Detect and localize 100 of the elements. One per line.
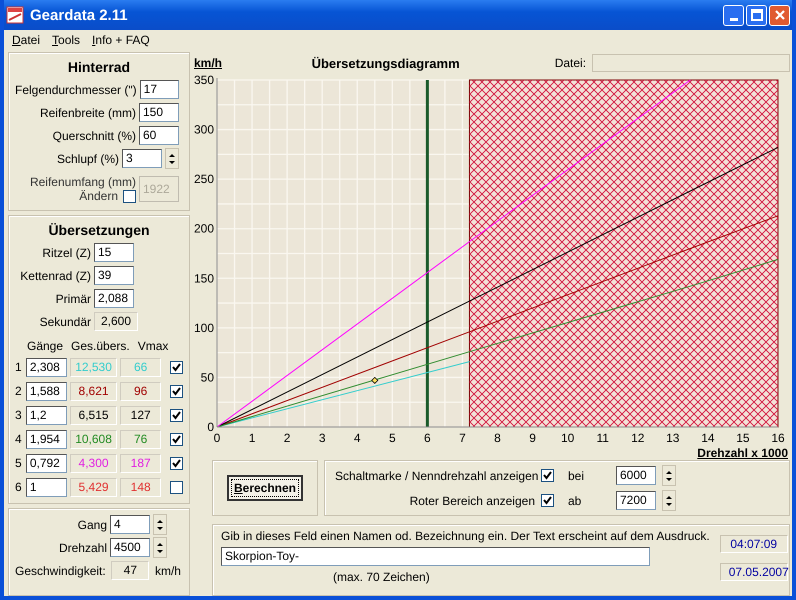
- input-field[interactable]: 2,308: [26, 358, 68, 376]
- input-field[interactable]: 1,588: [26, 382, 68, 400]
- checkbox[interactable]: [541, 469, 554, 482]
- input-field[interactable]: 2,088: [94, 289, 134, 308]
- value-display: 47: [111, 561, 150, 580]
- checkbox[interactable]: [123, 190, 136, 202]
- field-label: Reifenbreite (mm): [40, 106, 136, 120]
- row-number: 6: [15, 480, 23, 494]
- value-display: 4,300: [70, 454, 118, 472]
- checkbox[interactable]: [170, 456, 184, 470]
- minimize-button[interactable]: [723, 4, 744, 26]
- option-label: Roter Bereich anzeigen: [408, 494, 535, 508]
- field-label: Geschwindigkeit:: [15, 564, 106, 578]
- tick-label: 5: [388, 431, 396, 445]
- maximize-button[interactable]: [746, 4, 767, 26]
- value-display: 2,600: [94, 312, 138, 331]
- tick-label: 200: [194, 222, 214, 236]
- tick-label: 100: [194, 320, 214, 335]
- checkbox[interactable]: [170, 360, 184, 374]
- tick-label: 16: [771, 431, 785, 445]
- tick-label: 14: [701, 431, 715, 445]
- tick-label: 13: [666, 431, 680, 445]
- input-field[interactable]: 1,2: [26, 406, 68, 424]
- input-field[interactable]: 4: [110, 515, 150, 534]
- tick-label: 12: [631, 431, 644, 445]
- checkbox[interactable]: [170, 408, 184, 422]
- time-display: 04:07:09: [720, 535, 788, 553]
- section-title: Übersetzungen: [47, 222, 151, 238]
- row-number: 1: [15, 360, 23, 374]
- close-icon: [774, 9, 786, 21]
- column-header: Gänge: [27, 339, 64, 355]
- value-display: 76: [120, 430, 162, 448]
- axis-label: Drehzahl x 1000: [697, 446, 788, 460]
- field-label: Datei:: [554, 56, 586, 70]
- row-number: 3: [15, 408, 23, 422]
- spin-buttons[interactable]: [153, 537, 167, 558]
- checkbox[interactable]: [170, 432, 184, 446]
- input-field[interactable]: 39: [94, 266, 134, 285]
- field-label: Reifenumfang (mm): [30, 175, 136, 189]
- maximize-icon: [750, 9, 762, 21]
- point-marker: [371, 376, 378, 384]
- section-title: Hinterrad: [66, 59, 132, 75]
- tick-label: 15: [736, 431, 750, 445]
- axis-label: km/h: [194, 56, 224, 70]
- checkbox[interactable]: [170, 384, 184, 398]
- input-field[interactable]: 0,792: [26, 454, 68, 472]
- field-label: Kettenrad (Z): [19, 268, 91, 282]
- field-label: Ritzel (Z): [41, 246, 91, 260]
- input-field[interactable]: 1,954: [26, 430, 68, 448]
- input-field[interactable]: 17: [140, 80, 179, 99]
- value-display: 127: [120, 406, 162, 424]
- value-display: 187: [120, 454, 162, 472]
- value-display: 6,515: [70, 406, 118, 424]
- tick-label: 50: [200, 370, 214, 384]
- value-display: 66: [120, 358, 162, 376]
- input-field[interactable]: 7200: [616, 491, 656, 510]
- date-display: 07.05.2007: [720, 563, 788, 581]
- window-title: Geardata 2.11: [30, 6, 129, 24]
- value-display: 148: [120, 478, 162, 496]
- checkbox[interactable]: [170, 480, 184, 494]
- minimize-icon: [730, 18, 738, 21]
- tick-label: 6: [424, 431, 431, 445]
- tick-label: 350: [194, 74, 214, 87]
- input-field[interactable]: 4500: [110, 538, 150, 557]
- input-field[interactable]: 3: [122, 149, 162, 168]
- value-display: 12,530: [70, 358, 118, 376]
- tick-label: 9: [529, 431, 536, 445]
- input-field[interactable]: 6000: [616, 466, 656, 485]
- tick-label: 0: [214, 431, 220, 445]
- calculate-button[interactable]: Berechnen: [226, 475, 304, 501]
- tick-label: 300: [194, 122, 214, 137]
- instruction-text: Gib in dieses Feld einen Namen od. Bezeichnung ein. Der Text erscheint auf dem Ausdruck.: [221, 529, 710, 543]
- checkbox-label: Ändern: [79, 189, 118, 203]
- row-number: 2: [15, 384, 23, 398]
- input-field[interactable]: 1: [26, 478, 68, 496]
- column-header: Ges.übers.: [71, 339, 130, 355]
- field-label: Primär: [54, 292, 91, 306]
- hint-text: (max. 70 Zeichen): [332, 570, 431, 584]
- tick-label: 0: [207, 420, 214, 434]
- tick-label: 2: [284, 431, 290, 445]
- input-field[interactable]: 60: [139, 126, 179, 145]
- close-button[interactable]: [769, 4, 790, 26]
- menu-item[interactable]: Tools: [52, 33, 80, 47]
- value-display: 8,621: [70, 382, 118, 400]
- checkbox[interactable]: [541, 494, 554, 507]
- spin-buttons[interactable]: [153, 514, 167, 535]
- field-label: Drehzahl: [58, 540, 107, 554]
- input-field[interactable]: 150: [139, 103, 179, 122]
- field-label: Felgendurchmesser ("): [15, 82, 137, 96]
- spin-buttons[interactable]: [165, 148, 179, 169]
- spin-buttons[interactable]: [662, 465, 676, 486]
- menu-item[interactable]: Info + FAQ: [92, 33, 150, 47]
- input-field[interactable]: Skorpion-Toy-: [221, 547, 650, 566]
- field-label: Querschnitt (%): [52, 128, 136, 142]
- value-display: 10,608: [70, 430, 118, 448]
- spin-buttons[interactable]: [662, 490, 676, 511]
- tick-label: 250: [194, 172, 214, 186]
- tick-label: 7: [459, 431, 466, 445]
- input-field[interactable]: 15: [94, 243, 134, 262]
- menu-item[interactable]: Datei: [12, 33, 40, 47]
